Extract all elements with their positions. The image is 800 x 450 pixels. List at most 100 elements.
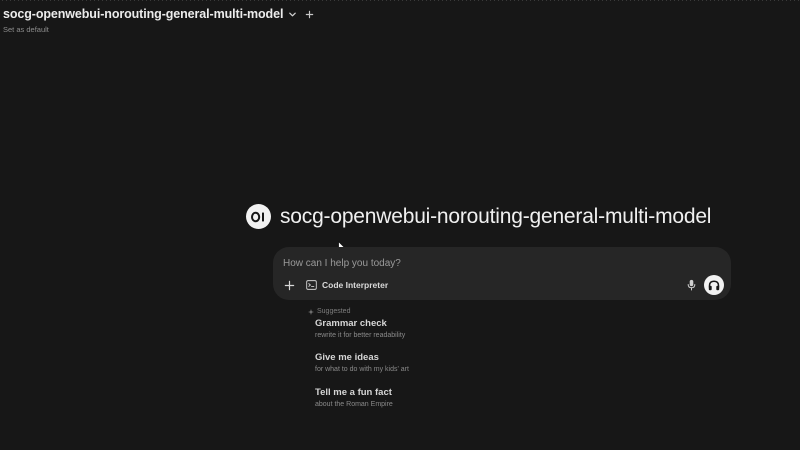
loading-dot [534, 0, 535, 1]
loading-dot [718, 0, 719, 1]
loading-dot [122, 0, 123, 1]
loading-dot [486, 0, 487, 1]
loading-dot [658, 0, 659, 1]
loading-dot [330, 0, 331, 1]
loading-dot [130, 0, 131, 1]
loading-dot [698, 0, 699, 1]
loading-dot [6, 0, 7, 1]
loading-dot [178, 0, 179, 1]
suggestion-grammar-check[interactable]: Grammar check rewrite it for better read… [315, 318, 405, 339]
terminal-icon [306, 280, 317, 290]
loading-dot [270, 0, 271, 1]
suggested-label-text: Suggested [317, 308, 351, 315]
loading-dot [222, 0, 223, 1]
loading-dot [42, 0, 43, 1]
loading-dot [410, 0, 411, 1]
microphone-button[interactable] [685, 278, 697, 292]
openwebui-logo-icon [251, 211, 264, 222]
loading-dot [626, 0, 627, 1]
loading-dot [110, 0, 111, 1]
loading-dot [234, 0, 235, 1]
loading-dot [530, 0, 531, 1]
loading-dot [118, 0, 119, 1]
loading-dot [322, 0, 323, 1]
headphones-icon [708, 279, 720, 290]
loading-dot [194, 0, 195, 1]
loading-dot [46, 0, 47, 1]
loading-dot [782, 0, 783, 1]
loading-dot [338, 0, 339, 1]
set-as-default-button[interactable]: Set as default [3, 25, 314, 34]
loading-dot [582, 0, 583, 1]
loading-dot [630, 0, 631, 1]
loading-dot [146, 0, 147, 1]
loading-dot [18, 0, 19, 1]
loading-dot [126, 0, 127, 1]
loading-dot [102, 0, 103, 1]
loading-dot [714, 0, 715, 1]
loading-dot [62, 0, 63, 1]
code-interpreter-button[interactable]: Code Interpreter [306, 277, 388, 293]
loading-dot [590, 0, 591, 1]
loading-dot [150, 0, 151, 1]
loading-dot [30, 0, 31, 1]
loading-dot [558, 0, 559, 1]
loading-dot [554, 0, 555, 1]
loading-dot [538, 0, 539, 1]
code-interpreter-label: Code Interpreter [322, 280, 389, 290]
loading-dot [70, 0, 71, 1]
loading-dot [462, 0, 463, 1]
loading-dot [490, 0, 491, 1]
loading-dot [598, 0, 599, 1]
voice-mode-button[interactable] [704, 275, 724, 295]
loading-dot [478, 0, 479, 1]
chat-input[interactable] [283, 256, 663, 270]
loading-dot [622, 0, 623, 1]
loading-dot [746, 0, 747, 1]
loading-dot [354, 0, 355, 1]
loading-dot [254, 0, 255, 1]
loading-dot [350, 0, 351, 1]
loading-dot [346, 0, 347, 1]
plus-icon[interactable] [305, 10, 314, 19]
model-selector[interactable]: socg-openwebui-norouting-general-multi-m… [3, 6, 314, 22]
loading-dot [618, 0, 619, 1]
loading-dot [98, 0, 99, 1]
loading-dot [794, 0, 795, 1]
loading-dot [438, 0, 439, 1]
loading-dot [22, 0, 23, 1]
loading-dot [766, 0, 767, 1]
suggestion-title: Grammar check [315, 318, 387, 329]
loading-dot [238, 0, 239, 1]
chevron-down-icon[interactable] [288, 10, 297, 19]
loading-dot [666, 0, 667, 1]
loading-dot [690, 0, 691, 1]
loading-dot [202, 0, 203, 1]
suggestion-fun-fact[interactable]: Tell me a fun fact about the Roman Empir… [315, 387, 393, 408]
loading-dot [398, 0, 399, 1]
loading-dot [670, 0, 671, 1]
loading-dot [506, 0, 507, 1]
loading-dot [730, 0, 731, 1]
loading-dot [198, 0, 199, 1]
attach-button[interactable] [282, 278, 296, 292]
loading-dot [606, 0, 607, 1]
loading-dot [654, 0, 655, 1]
loading-dot [326, 0, 327, 1]
loading-dot [50, 0, 51, 1]
loading-dot [54, 0, 55, 1]
loading-dot [142, 0, 143, 1]
loading-dot [454, 0, 455, 1]
loading-dot [162, 0, 163, 1]
loading-dot [134, 0, 135, 1]
loading-dot [418, 0, 419, 1]
loading-dot [246, 0, 247, 1]
loading-dot [378, 0, 379, 1]
loading-dot [786, 0, 787, 1]
page-title: socg-openwebui-norouting-general-multi-m… [280, 204, 712, 228]
model-selector-label[interactable]: socg-openwebui-norouting-general-multi-m… [3, 7, 283, 21]
loading-dot [290, 0, 291, 1]
loading-dot [522, 0, 523, 1]
suggestion-give-me-ideas[interactable]: Give me ideas for what to do with my kid… [315, 352, 409, 373]
loading-dot [702, 0, 703, 1]
